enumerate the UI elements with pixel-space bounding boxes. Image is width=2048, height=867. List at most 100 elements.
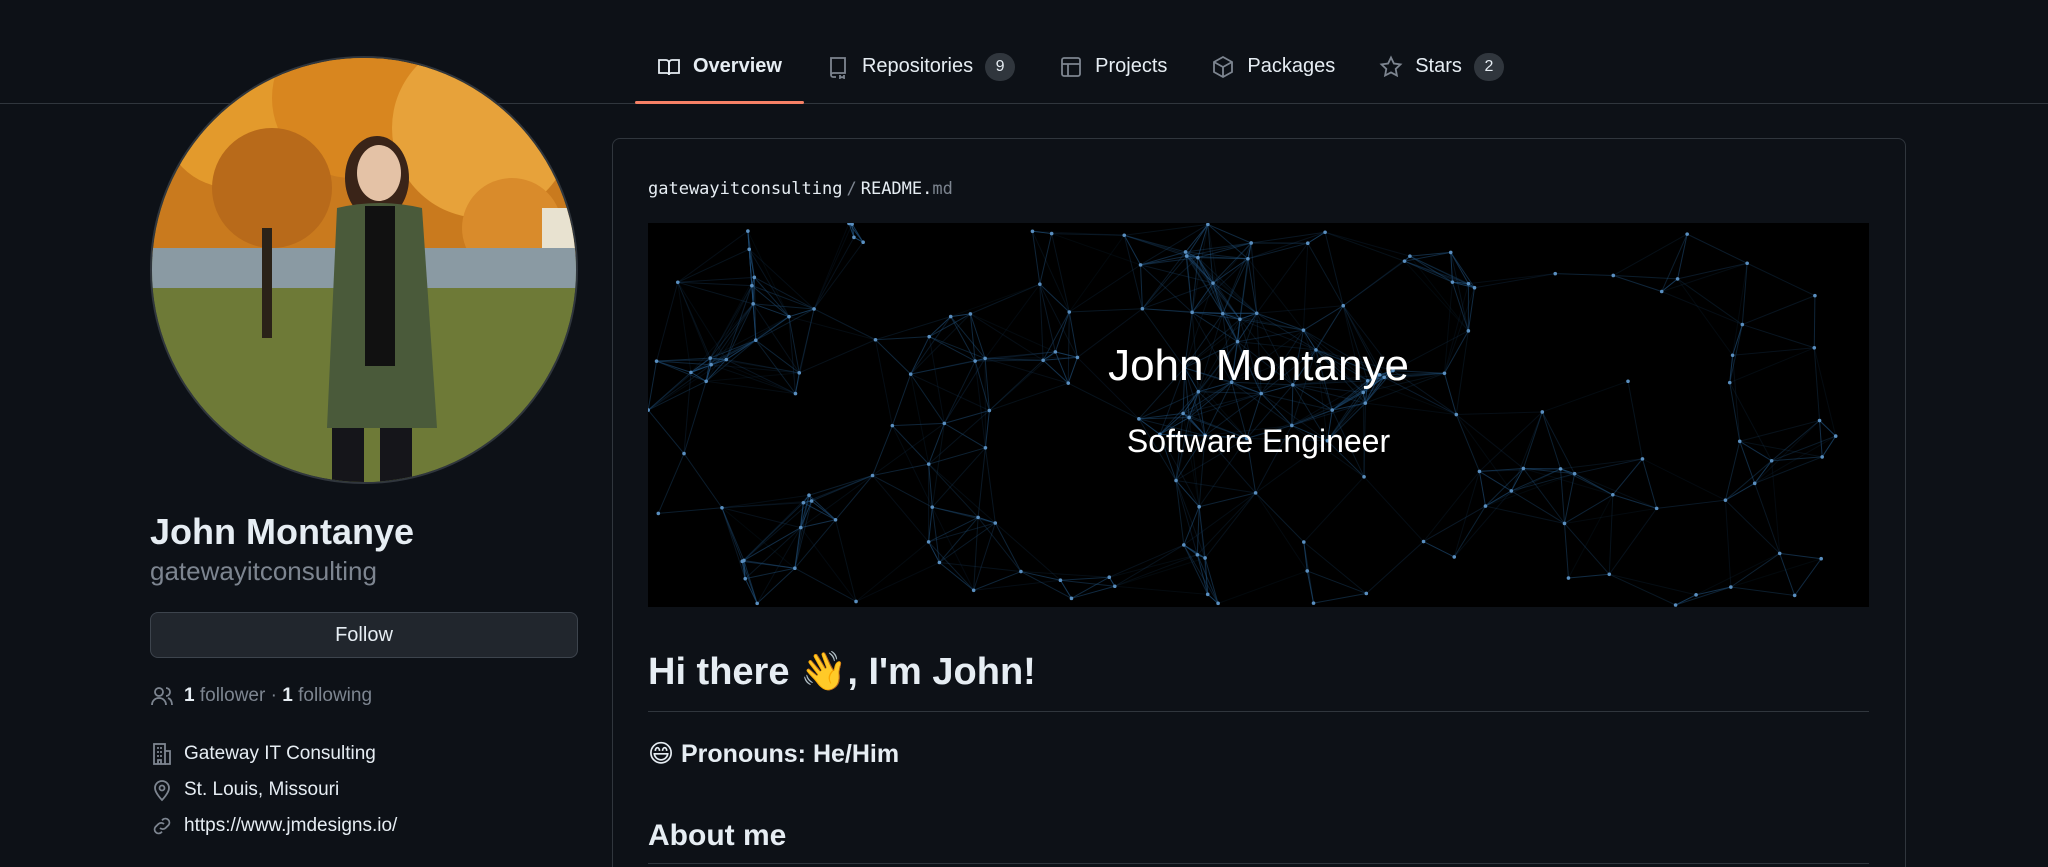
network-line <box>1568 573 1610 579</box>
follow-stats: 1 follower · 1 following <box>150 684 578 708</box>
network-line <box>658 507 723 514</box>
network-node <box>1038 282 1042 286</box>
network-node <box>807 493 811 498</box>
network-line <box>1186 256 1193 313</box>
network-node <box>1729 585 1733 589</box>
network-line <box>1303 305 1344 331</box>
network-line <box>1250 242 1258 314</box>
tab-repositories[interactable]: Repositories 9 <box>804 44 1037 89</box>
repo-icon <box>826 55 850 79</box>
network-node <box>1341 303 1346 308</box>
network-line <box>872 475 930 543</box>
network-line <box>1039 233 1053 285</box>
network-node <box>1137 417 1141 421</box>
network-line <box>1051 233 1070 313</box>
network-line <box>1255 492 1308 572</box>
network-node <box>1364 591 1369 596</box>
network-line <box>1730 586 1795 596</box>
network-line <box>855 541 929 602</box>
network-line <box>1730 552 1780 588</box>
network-line <box>1675 586 1732 606</box>
network-line <box>1746 262 1816 297</box>
network-node <box>740 559 745 564</box>
network-node <box>937 560 942 565</box>
network-node <box>801 500 806 505</box>
network-node <box>1483 504 1488 508</box>
network-node <box>751 302 755 306</box>
network-node <box>1472 285 1477 290</box>
network-line <box>1307 242 1344 306</box>
network-line <box>872 475 933 508</box>
network-line <box>1324 231 1405 262</box>
tab-repositories-label: Repositories <box>861 55 974 77</box>
network-line <box>677 276 755 283</box>
network-node <box>1408 254 1412 258</box>
website-link[interactable]: https://www.jmdesigns.io/ <box>184 815 397 837</box>
followers-link[interactable]: 1 follower <box>184 685 265 707</box>
network-node <box>755 601 759 606</box>
network-line <box>1423 541 1455 558</box>
tab-projects[interactable]: Projects <box>1037 44 1189 89</box>
readme-breadcrumb: gatewayitconsulting / README.md <box>648 179 953 199</box>
network-node <box>1521 466 1526 471</box>
network-line <box>1196 506 1200 555</box>
network-line <box>1303 476 1365 543</box>
network-line <box>1742 295 1816 326</box>
network-node <box>1058 578 1063 583</box>
network-line <box>1313 592 1367 604</box>
following-link[interactable]: 1 following <box>282 685 372 707</box>
network-line <box>1451 282 1469 331</box>
network-line <box>1247 231 1326 260</box>
network-line <box>1568 494 1614 579</box>
network-node <box>927 334 932 339</box>
network-node <box>1203 556 1207 560</box>
network-node <box>752 275 757 280</box>
network-node <box>1553 271 1558 276</box>
tab-stars[interactable]: Stars 2 <box>1357 44 1526 89</box>
network-line <box>977 517 1022 572</box>
network-node <box>976 515 980 520</box>
network-line <box>1198 391 1262 394</box>
network-node <box>1216 601 1220 606</box>
network-line <box>1071 585 1115 599</box>
follow-button[interactable]: Follow <box>150 612 578 658</box>
network-node <box>1402 259 1407 263</box>
readme-owner-link[interactable]: gatewayitconsulting <box>648 179 842 199</box>
breadcrumb-separator: / <box>846 179 857 199</box>
tab-overview[interactable]: Overview <box>635 44 804 104</box>
network-line <box>1324 231 1411 257</box>
network-node <box>1238 317 1242 322</box>
network-node <box>675 280 680 285</box>
people-icon <box>150 684 174 708</box>
network-node <box>1454 412 1459 417</box>
network-line <box>1124 223 1208 236</box>
network-line <box>1251 231 1326 244</box>
network-line <box>1485 505 1565 524</box>
network-line <box>756 527 802 604</box>
network-line <box>1068 234 1125 313</box>
network-node <box>854 599 858 604</box>
network-node <box>1477 469 1482 474</box>
network-line <box>813 308 876 341</box>
network-node <box>798 525 803 530</box>
network-line <box>1260 393 1293 426</box>
network-line <box>1217 570 1308 604</box>
network-line <box>1724 500 1732 588</box>
avatar[interactable] <box>150 56 578 484</box>
network-line <box>1695 552 1780 596</box>
network-node <box>833 517 838 522</box>
network-node <box>1259 391 1264 396</box>
network-line <box>1303 541 1367 594</box>
location-text: St. Louis, Missouri <box>184 779 340 800</box>
network-line <box>1142 308 1223 315</box>
readme-heading: Hi there 👋, I'm John! <box>648 647 1869 712</box>
network-line <box>1612 494 1657 509</box>
network-node <box>930 505 935 509</box>
tab-packages[interactable]: Packages <box>1189 44 1357 89</box>
network-node <box>1182 543 1186 547</box>
profile-website: https://www.jmdesigns.io/ <box>150 808 578 844</box>
network-line <box>813 241 864 310</box>
readme-file-link[interactable]: README.md <box>861 179 953 199</box>
network-line <box>1060 576 1110 581</box>
network-node <box>1745 261 1749 266</box>
